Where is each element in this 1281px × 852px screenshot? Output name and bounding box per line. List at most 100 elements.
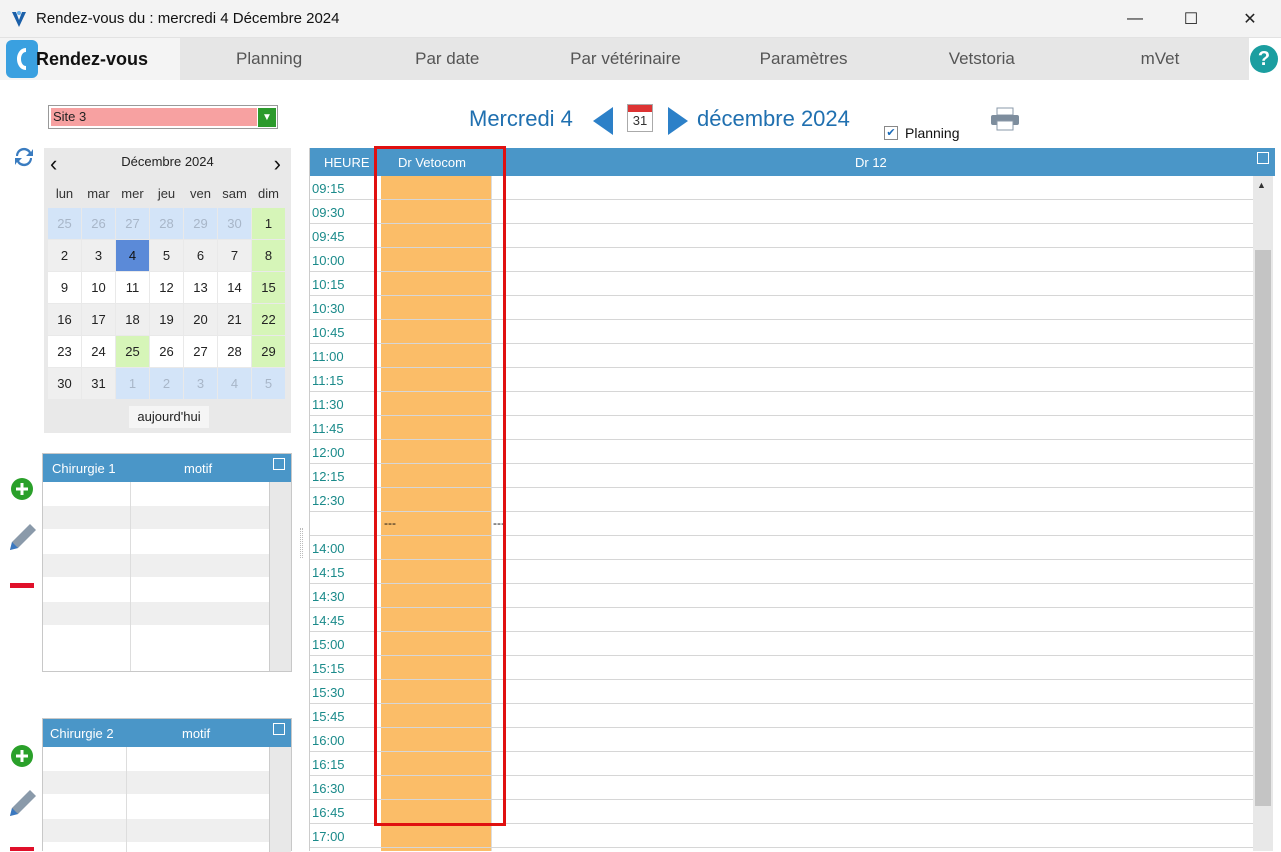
calendar-day[interactable]: 30 [217,207,252,240]
calendar-day[interactable]: 1 [115,367,150,400]
calendar-day[interactable]: 24 [81,335,116,368]
calendar-day[interactable]: 29 [251,335,286,368]
list-item[interactable] [43,554,291,578]
time-slot[interactable]: 17:00 [310,824,1253,848]
tab-mvet[interactable]: mVet [1071,38,1249,80]
next-month-icon[interactable]: › [274,151,281,177]
calendar-day[interactable]: 22 [251,303,286,336]
panel-scrollbar[interactable] [269,747,291,852]
calendar-day[interactable]: 25 [115,335,150,368]
maximize-button[interactable]: ☐ [1168,6,1214,32]
list-item[interactable] [43,747,291,771]
calendar-day[interactable]: 29 [183,207,218,240]
calendar-day[interactable]: 30 [47,367,82,400]
chevron-down-icon[interactable]: ▼ [258,108,276,127]
refresh-icon[interactable] [12,145,36,169]
column-header-dr-12[interactable]: Dr 12 [855,155,887,170]
panel-motif-column: motif [182,726,211,741]
calendar-picker-icon[interactable]: 31 [627,104,653,132]
calendar-day[interactable]: 27 [183,335,218,368]
tab-rendez-vous[interactable]: Rendez-vous [0,38,180,80]
calendar-day[interactable]: 26 [81,207,116,240]
weekday-label: mar [81,179,116,208]
calendar-day[interactable]: 7 [217,239,252,272]
tab-planning[interactable]: Planning [180,38,358,80]
tab-par-date[interactable]: Par date [358,38,536,80]
tab-par-veterinaire[interactable]: Par vétérinaire [536,38,714,80]
splitter-handle[interactable] [300,528,303,558]
calendar-day[interactable]: 3 [81,239,116,272]
calendar-day[interactable]: 14 [217,271,252,304]
list-item[interactable] [43,819,291,843]
remove-icon[interactable] [10,582,34,590]
slot-time: 09:45 [312,229,345,244]
list-item[interactable] [43,578,291,602]
calendar-day[interactable]: 12 [149,271,184,304]
close-button[interactable]: ✕ [1227,6,1273,32]
calendar-day[interactable]: 17 [81,303,116,336]
calendar-day[interactable]: 25 [47,207,82,240]
printer-icon[interactable] [990,107,1020,131]
calendar-day[interactable]: 8 [251,239,286,272]
tab-parametres[interactable]: Paramètres [715,38,893,80]
list-item[interactable] [43,771,291,795]
panel-options-icon[interactable] [273,723,285,735]
calendar-day[interactable]: 5 [251,367,286,400]
weekday-label: dim [251,179,286,208]
next-day-icon[interactable] [666,107,688,135]
today-button[interactable]: aujourd'hui [129,406,209,428]
calendar-day[interactable]: 5 [149,239,184,272]
panel-title: Chirurgie 1 [52,461,116,476]
calendar-day[interactable]: 10 [81,271,116,304]
calendar-day[interactable]: 11 [115,271,150,304]
calendar-day[interactable]: 20 [183,303,218,336]
calendar-day[interactable]: 9 [47,271,82,304]
calendar-day[interactable]: 18 [115,303,150,336]
schedule-scrollbar[interactable]: ▲ [1253,176,1273,851]
add-icon[interactable] [10,744,34,768]
previous-day-icon[interactable] [593,107,615,135]
calendar-day[interactable]: 27 [115,207,150,240]
calendar-day[interactable]: 28 [217,335,252,368]
remove-icon[interactable] [10,846,34,851]
calendar-day[interactable]: 16 [47,303,82,336]
calendar-day[interactable]: 28 [149,207,184,240]
calendar-day[interactable]: 2 [47,239,82,272]
calendar-day[interactable]: 3 [183,367,218,400]
calendar-day[interactable]: 19 [149,303,184,336]
calendar-day[interactable]: 2 [149,367,184,400]
edit-pencil-icon[interactable] [6,520,38,554]
calendar-day[interactable]: 1 [251,207,286,240]
grid-options-icon[interactable] [1257,152,1269,164]
calendar-day[interactable]: 13 [183,271,218,304]
slot-time: 12:15 [312,469,345,484]
help-icon[interactable]: ? [1250,45,1278,73]
minimize-button[interactable]: — [1112,6,1158,32]
calendar-day[interactable]: 4 [217,367,252,400]
list-item[interactable] [43,795,291,819]
panel-scrollbar[interactable] [269,482,291,671]
edit-pencil-icon[interactable] [6,786,38,820]
calendar-day-selected[interactable]: 4 [115,239,150,272]
list-item[interactable] [43,626,291,650]
planning-checkbox[interactable]: ✔ [884,126,898,140]
panel-rows [43,482,291,671]
panel-options-icon[interactable] [273,458,285,470]
calendar-day[interactable]: 26 [149,335,184,368]
calendar-day[interactable]: 21 [217,303,252,336]
scroll-up-icon[interactable]: ▲ [1257,180,1266,190]
scrollbar-thumb[interactable] [1255,250,1271,806]
tab-vetstoria[interactable]: Vetstoria [893,38,1071,80]
calendar-day[interactable]: 15 [251,271,286,304]
list-item[interactable] [43,530,291,554]
panel-header: Chirurgie 2 motif [43,719,291,747]
weekday-label: sam [217,179,252,208]
list-item[interactable] [43,602,291,626]
calendar-day[interactable]: 6 [183,239,218,272]
add-icon[interactable] [10,477,34,501]
calendar-day[interactable]: 31 [81,367,116,400]
site-select[interactable]: Site 3 ▼ [48,105,278,129]
list-item[interactable] [43,506,291,530]
list-item[interactable] [43,482,291,506]
calendar-day[interactable]: 23 [47,335,82,368]
